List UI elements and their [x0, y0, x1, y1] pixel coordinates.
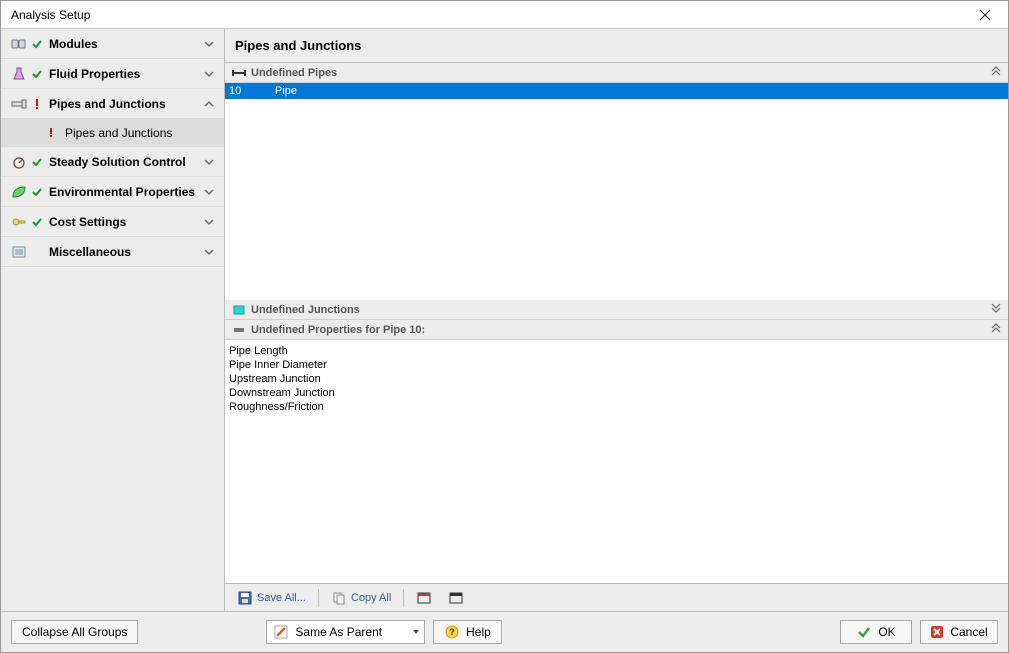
pipe-icon	[231, 66, 247, 80]
check-icon	[29, 66, 45, 82]
view-mode-2-button[interactable]	[442, 589, 470, 607]
sidebar-item-modules[interactable]: Modules	[1, 29, 224, 59]
save-all-button[interactable]: Save All...	[231, 589, 312, 607]
section-label: Undefined Junctions	[251, 304, 990, 316]
sidebar-item-steady-solution[interactable]: Steady Solution Control	[1, 147, 224, 177]
expand-down-icon	[990, 302, 1002, 317]
property-item: Pipe Inner Diameter	[227, 358, 1006, 372]
collapse-up-icon	[990, 65, 1002, 80]
toolbar-separator	[403, 589, 404, 607]
content-toolbar: Save All... Copy All	[225, 583, 1008, 611]
undefined-properties-list: Pipe Length Pipe Inner Diameter Upstream…	[225, 340, 1008, 583]
section-undefined-junctions[interactable]: Undefined Junctions	[225, 300, 1008, 320]
close-icon	[979, 9, 991, 21]
modules-icon	[9, 36, 29, 52]
sidebar-item-label: Miscellaneous	[49, 245, 202, 259]
gauge-icon	[9, 154, 29, 170]
check-icon	[29, 154, 45, 170]
sidebar-item-label: Environmental Properties	[49, 185, 202, 199]
flask-icon	[9, 66, 29, 82]
chevron-down-icon	[202, 245, 216, 259]
sidebar-subitem-label: Pipes and Junctions	[65, 126, 172, 140]
same-as-parent-dropdown[interactable]: Same As Parent	[266, 620, 425, 644]
sidebar-item-misc[interactable]: Miscellaneous	[1, 237, 224, 267]
cancel-label: Cancel	[950, 625, 987, 639]
help-button[interactable]: ? Help	[433, 620, 502, 644]
cancel-icon	[930, 625, 944, 639]
main-area: Modules Fluid Properties	[1, 29, 1008, 612]
chevron-down-icon	[202, 37, 216, 51]
section-label: Undefined Pipes	[251, 67, 990, 79]
close-button[interactable]	[968, 4, 1002, 26]
leaf-icon	[9, 184, 29, 200]
save-all-label: Save All...	[257, 592, 306, 604]
copy-icon	[331, 591, 347, 605]
chevron-down-icon	[202, 185, 216, 199]
chevron-down-icon	[202, 215, 216, 229]
help-icon: ?	[444, 625, 460, 639]
ok-label: OK	[878, 625, 895, 639]
copy-all-button[interactable]: Copy All	[325, 589, 397, 607]
pipe-id: 10	[225, 85, 275, 97]
content-header: Pipes and Junctions	[225, 29, 1008, 63]
section-label: Undefined Properties for Pipe 10:	[251, 324, 990, 336]
chevron-down-icon	[202, 155, 216, 169]
check-icon	[29, 214, 45, 230]
collapse-all-label: Collapse All Groups	[22, 625, 127, 639]
copy-all-label: Copy All	[351, 592, 391, 604]
property-item: Downstream Junction	[227, 386, 1006, 400]
check-icon	[29, 36, 45, 52]
key-icon	[9, 214, 29, 230]
panel-top-icon	[448, 591, 464, 605]
panel-red-icon	[416, 591, 432, 605]
collapse-up-icon	[990, 322, 1002, 337]
sidebar-item-label: Modules	[49, 37, 202, 51]
pipe-name: Pipe	[275, 85, 1008, 97]
svg-text:?: ?	[449, 627, 455, 637]
sidebar-item-label: Cost Settings	[49, 215, 202, 229]
sidebar-item-environmental[interactable]: Environmental Properties	[1, 177, 224, 207]
collapse-all-groups-button[interactable]: Collapse All Groups	[11, 620, 138, 644]
sidebar-item-label: Fluid Properties	[49, 67, 202, 81]
same-as-parent-label: Same As Parent	[295, 625, 382, 639]
window-title: Analysis Setup	[11, 8, 90, 22]
content-pane: Pipes and Junctions Undefined Pipes 10 P…	[225, 29, 1008, 611]
view-mode-1-button[interactable]	[410, 589, 438, 607]
sidebar: Modules Fluid Properties	[1, 29, 225, 611]
sidebar-item-cost[interactable]: Cost Settings	[1, 207, 224, 237]
check-icon	[29, 184, 45, 200]
ok-button[interactable]: OK	[840, 620, 912, 644]
sidebar-item-label: Steady Solution Control	[49, 155, 202, 169]
warning-icon	[29, 96, 45, 112]
footer-bar: Collapse All Groups Same As Parent ? Hel…	[1, 612, 1008, 652]
pipes-icon	[9, 96, 29, 112]
sidebar-item-pipes-junctions[interactable]: Pipes and Junctions	[1, 89, 224, 119]
disk-icon	[237, 591, 253, 605]
help-label: Help	[466, 625, 491, 639]
blank-icon	[29, 244, 45, 260]
section-undefined-properties[interactable]: Undefined Properties for Pipe 10:	[225, 320, 1008, 340]
dropdown-arrow-icon	[412, 625, 420, 639]
pipes-list[interactable]: 10 Pipe	[225, 83, 1008, 300]
warning-icon	[43, 125, 59, 141]
sidebar-subitem-pipes-junctions[interactable]: Pipes and Junctions	[1, 119, 224, 147]
edit-icon	[273, 625, 289, 639]
toolbar-separator	[318, 589, 319, 607]
list-icon	[9, 244, 29, 260]
chevron-up-icon	[202, 97, 216, 111]
property-item: Pipe Length	[227, 344, 1006, 358]
title-bar: Analysis Setup	[1, 1, 1008, 29]
junction-icon	[231, 303, 247, 317]
property-item: Upstream Junction	[227, 372, 1006, 386]
sidebar-item-label: Pipes and Junctions	[49, 97, 202, 111]
sidebar-item-fluid-properties[interactable]: Fluid Properties	[1, 59, 224, 89]
cancel-button[interactable]: Cancel	[920, 620, 998, 644]
pipe-row[interactable]: 10 Pipe	[225, 83, 1008, 99]
dash-icon	[231, 323, 247, 337]
property-item: Roughness/Friction	[227, 400, 1006, 414]
chevron-down-icon	[202, 67, 216, 81]
section-undefined-pipes[interactable]: Undefined Pipes	[225, 63, 1008, 83]
check-icon	[856, 625, 872, 639]
